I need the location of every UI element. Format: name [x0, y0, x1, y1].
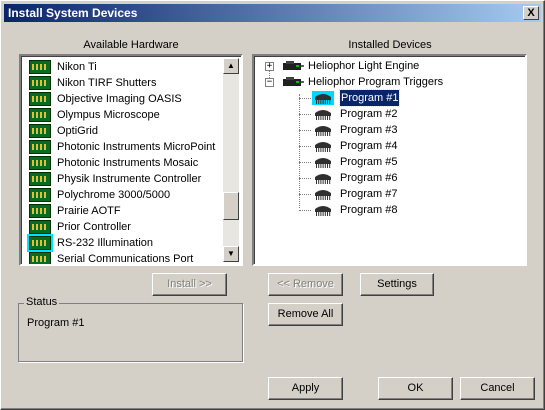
remove-button[interactable]: << Remove — [268, 273, 343, 296]
circuit-board-icon — [29, 76, 51, 90]
circuit-board-icon — [29, 220, 51, 234]
available-hardware-scrollbar[interactable]: ▲ ▼ — [223, 58, 239, 262]
apply-button[interactable]: Apply — [268, 377, 343, 400]
circuit-board-icon — [29, 204, 51, 218]
tree-item-program[interactable]: Program #4 — [254, 138, 454, 154]
circuit-board-icon — [29, 92, 51, 106]
program-label: Program #6 — [340, 172, 398, 184]
title-bar[interactable]: Install System Devices X — [4, 4, 541, 22]
collapse-toggle[interactable]: − — [265, 78, 274, 87]
tree-item-program[interactable]: Program #3 — [254, 122, 454, 138]
tree-item-program[interactable]: Program #6 — [254, 170, 454, 186]
expand-toggle[interactable]: + — [265, 62, 274, 71]
hardware-item-label: Prairie AOTF — [57, 205, 121, 217]
circuit-board-icon — [29, 108, 51, 122]
hardware-item-label: Photonic Instruments Mosaic — [57, 157, 199, 169]
hardware-item-label: Physik Instrumente Controller — [57, 173, 202, 185]
status-legend: Status — [24, 296, 60, 308]
program-label: Program #1 — [338, 89, 401, 107]
program-label: Program #5 — [340, 156, 398, 168]
tree-item-program[interactable]: Program #5 — [254, 154, 454, 170]
hardware-item-label: Olympus Microscope — [57, 109, 160, 121]
tree-item-label: Heliophor Light Engine — [308, 60, 420, 72]
program-label: Program #7 — [340, 188, 398, 200]
scroll-thumb[interactable] — [223, 192, 239, 220]
hardware-item-label: Nikon Ti — [57, 61, 97, 73]
program-trigger-icon — [315, 190, 331, 200]
program-trigger-icon — [315, 206, 331, 216]
hardware-item-label: RS-232 Illumination — [57, 237, 153, 249]
program-trigger-icon — [312, 91, 334, 105]
close-button[interactable]: X — [523, 6, 539, 20]
program-trigger-icon — [315, 158, 331, 168]
circuit-board-icon — [29, 188, 51, 202]
program-trigger-icon — [315, 174, 331, 184]
tree-item-program[interactable]: Program #7 — [254, 186, 454, 202]
available-hardware-list[interactable]: Nikon Ti Nikon TIRF Shutters Objective Ima… — [19, 54, 243, 266]
circuit-board-icon — [29, 156, 51, 170]
tree-item-program[interactable]: Program #1 — [254, 89, 454, 107]
installed-devices-tree[interactable]: + Heliophor Light Engine − Heliophor Pro… — [252, 54, 527, 266]
light-engine-icon — [283, 61, 304, 70]
hardware-item-label: Polychrome 3000/5000 — [57, 189, 171, 201]
circuit-board-icon — [29, 60, 51, 74]
circuit-board-icon — [29, 172, 51, 186]
status-text: Program #1 — [27, 317, 85, 329]
remove-all-button[interactable]: Remove All — [268, 303, 343, 326]
tree-item-program[interactable]: Program #2 — [254, 106, 454, 122]
program-label: Program #2 — [340, 108, 398, 120]
circuit-board-icon — [29, 252, 51, 264]
cancel-button[interactable]: Cancel — [460, 377, 535, 400]
tree-item-label: Heliophor Program Triggers — [308, 76, 444, 88]
ok-button[interactable]: OK — [378, 377, 453, 400]
program-label: Program #3 — [340, 124, 398, 136]
hardware-item-label: Nikon TIRF Shutters — [57, 77, 157, 89]
installed-devices-heading: Installed Devices — [348, 39, 432, 51]
settings-button[interactable]: Settings — [360, 273, 434, 296]
program-label: Program #8 — [340, 204, 398, 216]
program-triggers-icon — [283, 77, 304, 86]
hardware-item-label: OptiGrid — [57, 125, 98, 137]
scroll-down-button[interactable]: ▼ — [223, 246, 239, 262]
hardware-item-label: Prior Controller — [57, 221, 131, 233]
tree-item-program[interactable]: Program #8 — [254, 202, 454, 218]
hardware-item-label: Objective Imaging OASIS — [57, 93, 182, 105]
program-trigger-icon — [315, 142, 331, 152]
hardware-item-label: Photonic Instruments MicroPoint — [57, 141, 216, 153]
circuit-board-icon — [29, 124, 51, 138]
install-button[interactable]: Install >> — [152, 273, 227, 296]
program-label: Program #4 — [340, 140, 398, 152]
tree-item-heliophor-program-triggers[interactable]: − Heliophor Program Triggers — [254, 74, 524, 90]
circuit-board-icon — [29, 140, 51, 154]
program-trigger-icon — [315, 110, 331, 120]
available-hardware-heading: Available Hardware — [83, 39, 179, 51]
status-group — [18, 303, 243, 362]
scroll-up-button[interactable]: ▲ — [223, 58, 239, 74]
tree-item-heliophor-light-engine[interactable]: + Heliophor Light Engine — [254, 58, 524, 74]
circuit-board-icon — [27, 234, 53, 252]
program-trigger-icon — [315, 126, 331, 136]
window-title: Install System Devices — [8, 6, 138, 20]
hardware-item-label: Serial Communications Port — [57, 253, 194, 265]
